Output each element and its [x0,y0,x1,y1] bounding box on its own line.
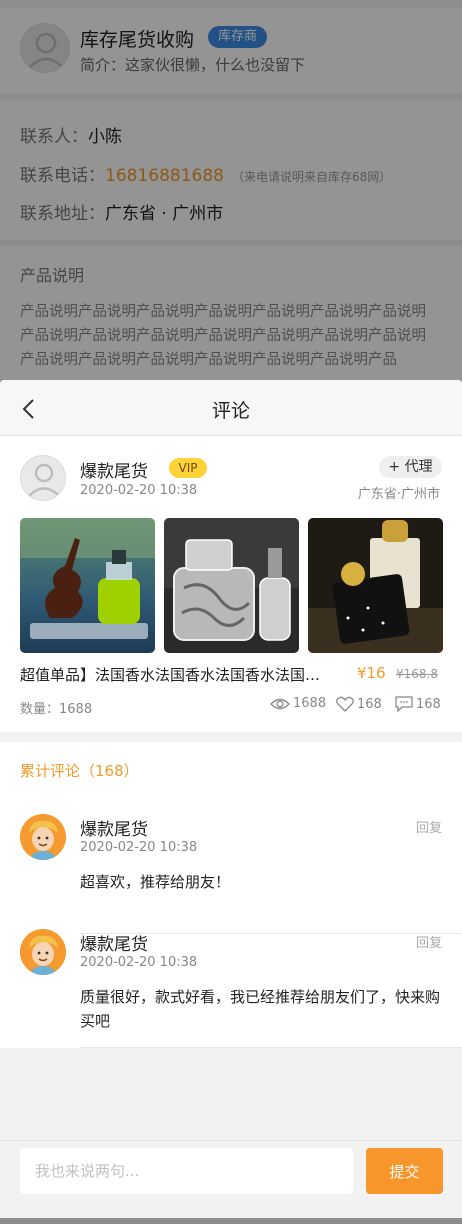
comment-divider [80,1047,462,1048]
post-quantity: 数量：1688 [20,702,93,717]
comment-item: 爆款尾货 2020-02-20 10:38 回复 质量很好，款式好看，我已经推荐… [0,929,462,1043]
post-card: 爆款尾货 VIP 2020-02-20 10:38 + 代理 广东省·广州市 超… [0,436,462,732]
post-time: 2020-02-20 10:38 [80,483,198,498]
comments-total-title: 累计评论（168） [20,762,139,780]
comments-stat[interactable]: 168 [395,696,441,712]
comment-time: 2020-02-20 10:38 [80,955,198,970]
comment-input-bar: 提交 [0,1140,462,1202]
perfume-violin-image [20,518,155,653]
comment-text: 超喜欢，推荐给朋友！ [80,873,231,891]
likes-stat[interactable]: 168 [336,696,382,712]
commenter-name: 爆款尾货 [80,820,148,840]
comment-input[interactable] [20,1148,353,1194]
vip-badge: VIP [169,458,207,478]
comment-icon [395,696,413,712]
post-location: 广东省·广州市 [357,487,440,502]
commenter-name: 爆款尾货 [80,935,148,955]
post-original-price: ¥168.8 [396,667,438,681]
submit-button[interactable]: 提交 [366,1148,443,1194]
comments-section: 累计评论（168） 爆款尾货 2020-02-20 10:38 回复 超喜欢，推… [0,742,462,1048]
agent-button[interactable]: + 代理 [379,456,442,478]
comments-count: 168 [416,696,441,712]
commenter-avatar[interactable] [20,929,66,975]
views-count: 1688 [293,696,327,711]
likes-count: 168 [357,696,382,712]
product-image[interactable] [20,518,155,653]
sheet-header: 评论 [0,380,462,436]
cartoon-face-icon [20,814,66,860]
post-price: ¥16 [357,664,386,682]
post-title[interactable]: 超值单品】法国香水法国香水法国香水法国香水法国香水 [20,664,332,685]
reply-button[interactable]: 回复 [416,817,442,836]
comment-time: 2020-02-20 10:38 [80,840,198,855]
perfume-gold-image [308,518,443,653]
post-author-avatar[interactable] [20,455,66,501]
user-placeholder-icon [27,463,61,498]
perfume-bottles-image [164,518,299,653]
commenter-avatar[interactable] [20,814,66,860]
reply-button[interactable]: 回复 [416,932,442,951]
post-author-name[interactable]: 爆款尾货 [80,457,148,482]
comment-sheet: 评论 爆款尾货 VIP 2020-02-20 10:38 + 代理 广东省·广州… [0,380,462,1218]
cartoon-face-icon [20,929,66,975]
sheet-title: 评论 [211,400,250,422]
views-stat: 1688 [270,696,326,711]
heart-icon [336,696,354,712]
eye-icon [270,698,290,709]
product-image[interactable] [164,518,299,653]
comment-text: 质量很好，款式好看，我已经推荐给朋友们了，快来购买吧 [80,988,441,1030]
comment-item: 爆款尾货 2020-02-20 10:38 回复 超喜欢，推荐给朋友！ [0,814,462,928]
product-image[interactable] [308,518,443,653]
